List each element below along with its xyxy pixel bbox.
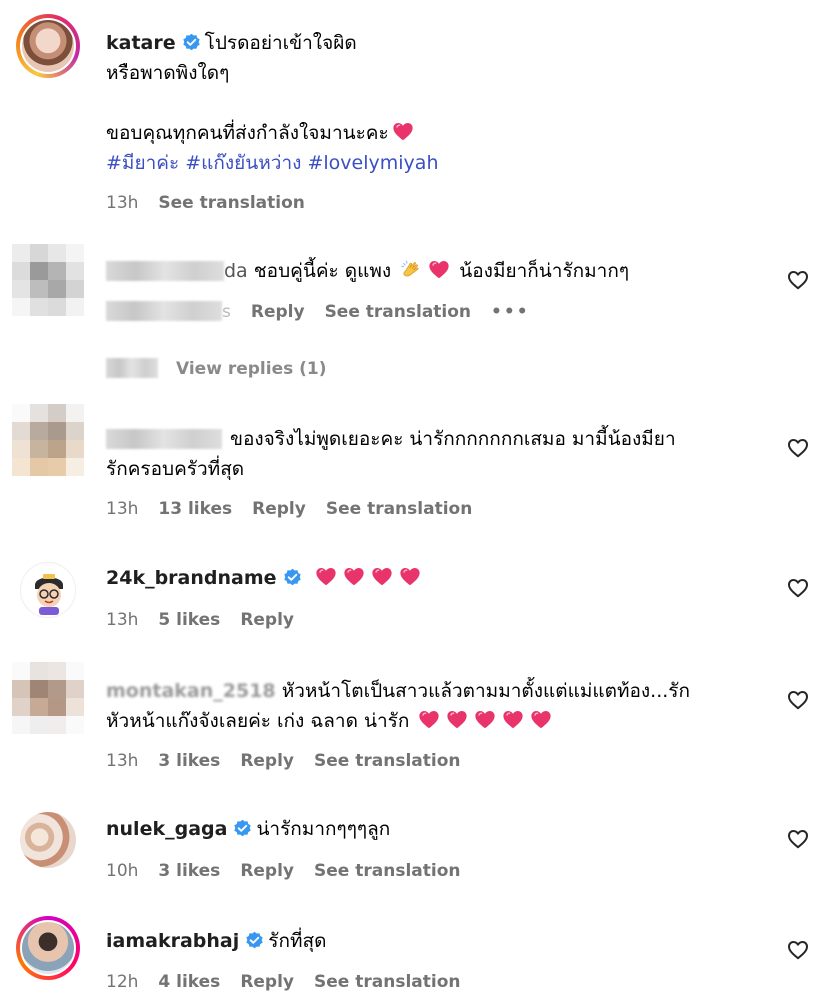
comment-item: montakan_2518 หัวหน้าโตเป็นสาวแล้วตามมาต… [0,660,820,780]
username[interactable]: iamakrabhaj [106,930,239,952]
comment-text-continued: น้องมียาก็น่ารักมากๆ [459,260,630,282]
see-translation-button[interactable]: See translation [325,302,471,322]
heart-emoji-icon [474,709,496,731]
like-heart-icon[interactable] [786,938,810,962]
comment-item: da ชอบคู่นี้ค่ะ ดูแพง น้องมียาก็น่ารักมา… [0,236,820,396]
heart-emoji-icon [399,566,421,588]
comment-meta: 13h 5 likes Reply [106,608,314,632]
username[interactable]: katare [106,32,176,54]
verified-badge-icon [233,819,252,838]
reply-button[interactable]: Reply [240,861,294,881]
username[interactable]: 24k_brandname [106,567,277,589]
comment-item: nulek_gaga น่ารักมากๆๆๆลูก 10h 3 likes Repl… [0,810,820,890]
timestamp[interactable]: 13h [106,610,138,630]
heart-emoji-icon [343,566,365,588]
comment-text: น่ารักมากๆๆๆลูก [256,818,391,840]
verified-badge-icon [182,33,201,52]
reply-button[interactable]: Reply [240,972,294,992]
heart-emoji-icon [392,121,414,143]
comment-item: 24k_brandname 13h 5 likes Reply [0,560,820,650]
username[interactable]: montakan_2518 [106,680,276,702]
heart-emoji-icon [428,259,450,281]
likes-count[interactable]: 3 likes [158,751,220,771]
avatar[interactable] [20,562,76,618]
avatar[interactable] [16,916,80,980]
reply-button[interactable]: Reply [240,751,294,771]
comment-text: รักครอบครัวที่สุด [106,458,245,480]
comment-text: หัวหน้าแก๊งจังเลยค่ะ เก่ง ฉลาด น่ารัก [106,710,410,732]
avatar[interactable] [12,662,84,734]
comment-meta: 10h 3 likes Reply See translation [106,859,480,883]
see-translation-button[interactable]: See translation [158,193,304,213]
verified-badge-icon [283,568,302,587]
comment-text: ชอบคู่นี้ค่ะ ดูแพง [253,260,392,282]
caption-line: หรือพาดพิงใดๆ [106,62,230,84]
avatar[interactable] [16,14,80,78]
like-heart-icon[interactable] [786,827,810,851]
see-translation-button[interactable]: See translation [326,499,472,519]
hashtag[interactable]: #มียาค่ะ [106,152,179,174]
likes-count[interactable]: 3 likes [158,861,220,881]
comment-meta: s Reply See translation ••• [106,300,550,324]
avatar[interactable] [20,812,76,868]
comment-meta: 13h 3 likes Reply See translation [106,749,480,773]
timestamp[interactable]: 10h [106,861,138,881]
username-fragment: da [224,260,248,282]
heart-emoji-icon [502,709,524,731]
reply-button[interactable]: Reply [251,302,305,322]
timestamp[interactable]: 13h [106,499,138,519]
like-heart-icon[interactable] [786,436,810,460]
comment-meta: 12h 4 likes Reply See translation [106,970,480,994]
post-caption: katare โปรดอย่าเข้าใจผิด หรือพาดพิงใดๆ ขอ… [0,0,820,230]
comment-text: รักที่สุด [268,930,327,952]
like-heart-icon[interactable] [786,268,810,292]
blurred-meta [106,301,222,321]
see-translation-button[interactable]: See translation [314,751,460,771]
like-heart-icon[interactable] [786,576,810,600]
timestamp[interactable]: 13h [106,751,138,771]
blurred-username [106,429,222,449]
comment-text: หัวหน้าโตเป็นสาวแล้วตามมาตั้งแต่แม่แตท้อ… [281,680,690,702]
avatar[interactable] [12,244,84,316]
likes-count[interactable]: 4 likes [158,972,220,992]
cartoon-avatar-icon [22,564,75,617]
view-replies-button[interactable]: View replies (1) [176,359,327,379]
timestamp[interactable]: 12h [106,972,138,992]
clapping-hands-emoji-icon [400,259,422,281]
heart-emoji-icon [446,709,468,731]
reply-button[interactable]: Reply [252,499,306,519]
timestamp[interactable]: 13h [106,193,138,213]
username[interactable]: nulek_gaga [106,818,227,840]
hashtag[interactable]: #lovelymiyah [307,152,438,174]
see-translation-button[interactable]: See translation [314,972,460,992]
avatar[interactable] [12,404,84,476]
comment-meta: 13h See translation [106,191,325,215]
timestamp-fragment: s [222,302,231,322]
see-translation-button[interactable]: See translation [314,861,460,881]
caption-text: โปรดอย่าเข้าใจผิด [204,32,357,54]
likes-count[interactable]: 5 likes [158,610,220,630]
caption-text: ขอบคุณทุกคนที่ส่งกำลังใจมานะคะ [106,122,389,144]
like-heart-icon[interactable] [786,688,810,712]
heart-emoji-icon [371,566,393,588]
heart-emoji-icon [530,709,552,731]
hashtag[interactable]: #แก๊งยันหว่าง [185,152,301,174]
more-options-icon[interactable]: ••• [491,302,530,322]
heart-emoji-icon [315,566,337,588]
comment-meta: 13h 13 likes Reply See translation [106,497,492,521]
comment-item: iamakrabhaj รักที่สุด 12h 4 likes Reply See … [0,912,820,1007]
comment-item: ของจริงไม่พูดเยอะคะ น่ารักกกกกกกเสมอ มาม… [0,400,820,530]
heart-emoji-icon [418,709,440,731]
verified-badge-icon [245,931,264,950]
likes-count[interactable]: 13 likes [158,499,232,519]
blurred-line [106,358,158,378]
blurred-username [106,261,224,281]
reply-button[interactable]: Reply [240,610,294,630]
hashtag-row: #มียาค่ะ #แก๊งยันหว่าง #lovelymiyah [106,148,438,178]
comment-text: ของจริงไม่พูดเยอะคะ น่ารักกกกกกกเสมอ มาม… [230,428,676,450]
